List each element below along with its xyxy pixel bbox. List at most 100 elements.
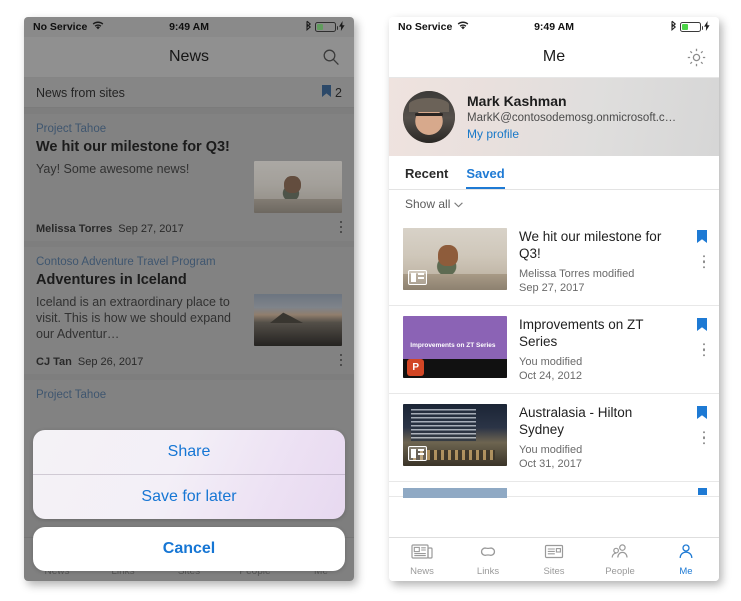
news-card-description: Yay! Some awesome news!: [36, 162, 190, 176]
status-bar-right: No Service 9:49 AM: [389, 17, 719, 37]
news-card-site[interactable]: Project Tahoe: [36, 123, 342, 135]
action-sheet: Share Save for later Cancel: [33, 430, 345, 571]
bluetooth-icon: [670, 20, 677, 34]
news-card-thumbnail: [254, 161, 342, 213]
tab-bar-right: News Links Sites People Me: [389, 537, 719, 581]
profile-info: Mark Kashman MarkK@contosodemosg.onmicro…: [467, 93, 676, 142]
saved-item-main: We hit our milestone for Q3! Melissa Tor…: [519, 228, 707, 295]
status-bar-right-group: [305, 20, 345, 34]
segment-tabs: Recent Saved: [389, 156, 719, 190]
saved-item-thumbnail: [403, 404, 507, 466]
my-profile-link[interactable]: My profile: [467, 126, 676, 142]
more-options-icon[interactable]: [339, 220, 342, 233]
powerpoint-icon: P: [407, 358, 425, 376]
tab-saved[interactable]: Saved: [466, 166, 505, 189]
nav-bar-right: Me: [389, 37, 719, 78]
tab-links[interactable]: Links: [455, 543, 521, 577]
nav-bar-left: News: [24, 37, 354, 78]
tab-links-label: Links: [476, 565, 500, 577]
avatar[interactable]: [403, 91, 455, 143]
wifi-icon: [457, 21, 469, 33]
people-icon: [609, 543, 631, 565]
charging-bolt-icon: [339, 20, 345, 34]
page-title-news: News: [168, 48, 209, 65]
phone-left-news-screen: No Service 9:49 AM News News from sites …: [24, 17, 354, 581]
list-item[interactable]: Improvements on ZT Series P Improvements…: [389, 306, 719, 394]
news-card-site[interactable]: Project Tahoe: [36, 389, 342, 401]
page-title-me: Me: [542, 48, 566, 65]
news-card-footer: CJ Tan Sep 26, 2017: [36, 356, 342, 368]
bookmark-icon: [322, 85, 332, 100]
saved-item-thumbnail: [403, 228, 507, 290]
more-options-icon[interactable]: [702, 342, 705, 357]
tab-news[interactable]: News: [389, 543, 455, 577]
show-all-filter[interactable]: Show all: [389, 190, 719, 218]
tab-people-label: People: [605, 565, 635, 577]
news-icon: [411, 543, 433, 565]
saved-item-title: Improvements on ZT Series: [519, 317, 644, 349]
news-card[interactable]: Project Tahoe We hit our milestone for Q…: [24, 114, 354, 241]
tab-news-label: News: [410, 565, 434, 577]
more-options-icon[interactable]: [702, 254, 705, 269]
profile-name: Mark Kashman: [467, 92, 567, 109]
saved-item-thumbnail: Improvements on ZT Series P: [403, 316, 507, 378]
news-page-icon: [408, 446, 427, 461]
me-icon: [675, 543, 697, 565]
save-for-later-button[interactable]: Save for later: [33, 474, 345, 519]
news-card-row: Yay! Some awesome news!: [36, 161, 342, 213]
saved-item-title: Australasia - Hilton Sydney: [519, 405, 633, 437]
saved-item-modified-by: You modified: [519, 444, 583, 456]
carrier-label: No Service: [33, 21, 88, 33]
bookmark-icon[interactable]: [697, 406, 707, 424]
more-options-icon[interactable]: [702, 430, 705, 445]
news-card-footer: Melissa Torres Sep 27, 2017: [36, 223, 342, 235]
news-from-sites-bar[interactable]: News from sites 2: [24, 78, 354, 108]
news-from-sites-label: News from sites: [36, 85, 125, 100]
news-card-author: CJ Tan: [36, 356, 72, 368]
saved-item-main: Australasia - Hilton Sydney You modified…: [519, 404, 707, 471]
status-bar-left: No Service 9:49 AM: [24, 17, 354, 37]
sites-icon: [543, 543, 565, 565]
battery-icon: [680, 22, 703, 32]
screenshot-stage: No Service 9:49 AM News News from sites …: [0, 0, 741, 601]
bookmark-icon[interactable]: [697, 318, 707, 336]
news-card[interactable]: Contoso Adventure Travel Program Adventu…: [24, 247, 354, 374]
tab-me-label: Me: [679, 565, 693, 577]
status-bar-left-group: No Service: [398, 21, 469, 33]
saved-item-title: We hit our milestone for Q3!: [519, 229, 662, 261]
news-card-thumbnail: [254, 294, 342, 346]
saved-items-list: We hit our milestone for Q3! Melissa Tor…: [389, 218, 719, 537]
status-bar-left-group: No Service: [33, 21, 104, 33]
profile-banner[interactable]: Mark Kashman MarkK@contosodemosg.onmicro…: [389, 78, 719, 156]
more-options-icon[interactable]: [339, 353, 342, 366]
tab-people[interactable]: People: [587, 543, 653, 577]
news-card-title: Adventures in Iceland: [36, 272, 187, 288]
list-item[interactable]: We hit our milestone for Q3! Melissa Tor…: [389, 218, 719, 306]
bluetooth-icon: [305, 20, 312, 34]
phone-right-me-screen: No Service 9:49 AM Me Mark Kashman MarkK…: [389, 17, 719, 581]
saved-item-modified-by: You modified: [519, 356, 583, 368]
links-icon: [477, 543, 499, 565]
saved-bookmark-count[interactable]: 2: [322, 85, 342, 100]
news-card-row: Iceland is an extraordinary place to vis…: [36, 294, 342, 346]
tab-recent[interactable]: Recent: [405, 166, 448, 189]
charging-bolt-icon: [704, 20, 710, 34]
news-card-site[interactable]: Contoso Adventure Travel Program: [36, 256, 342, 268]
powerpoint-slide-title: Improvements on ZT Series: [410, 342, 496, 350]
share-button[interactable]: Share: [33, 430, 345, 474]
search-icon[interactable]: [319, 45, 343, 69]
news-card-date: Sep 27, 2017: [118, 223, 184, 235]
list-item[interactable]: Australasia - Hilton Sydney You modified…: [389, 394, 719, 482]
battery-icon: [315, 22, 338, 32]
bookmark-icon[interactable]: [697, 230, 707, 248]
news-card-date: Sep 26, 2017: [77, 356, 144, 368]
cancel-button[interactable]: Cancel: [33, 527, 345, 571]
wifi-icon: [92, 21, 104, 33]
saved-item-date: Oct 24, 2012: [519, 370, 582, 382]
tab-me[interactable]: Me: [653, 543, 719, 577]
list-item-partial[interactable]: [389, 482, 719, 498]
status-bar-right-group: [670, 20, 710, 34]
show-all-label: Show all: [405, 197, 451, 211]
tab-sites[interactable]: Sites: [521, 543, 587, 577]
gear-icon[interactable]: [684, 45, 708, 69]
